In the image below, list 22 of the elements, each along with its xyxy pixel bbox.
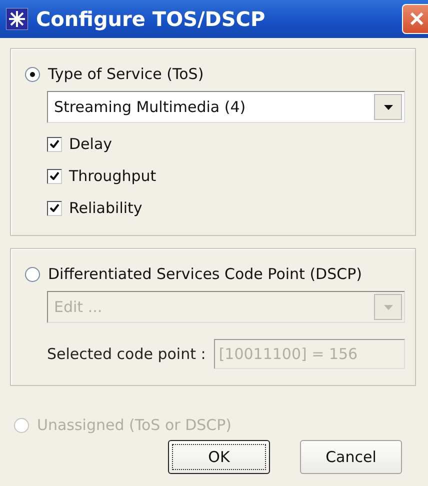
radio-button[interactable] — [25, 66, 40, 82]
caret-icon — [374, 94, 402, 120]
checkbox[interactable] — [47, 136, 62, 152]
caret-icon — [374, 294, 402, 320]
check-icon — [50, 140, 59, 148]
cancel-button[interactable]: Cancel — [300, 440, 402, 474]
ok-button[interactable]: OK — [168, 440, 270, 474]
radio-button[interactable] — [25, 266, 40, 282]
code-point-label: Selected code point : — [47, 345, 206, 363]
checkbox[interactable] — [47, 168, 62, 184]
radio-label: Differentiated Services Code Point (DSCP) — [48, 265, 362, 283]
checkbox[interactable] — [47, 200, 62, 216]
check-icon — [50, 172, 59, 180]
checkbox-label: Throughput — [69, 167, 156, 185]
checkbox-label: Delay — [69, 135, 112, 153]
checkbox-label: Reliability — [69, 199, 142, 217]
check-icon — [50, 204, 59, 212]
dropdown[interactable]: Streaming Multimedia (4) — [47, 91, 405, 123]
radio-label: Type of Service (ToS) — [48, 65, 204, 83]
radio-label: Unassigned (ToS or DSCP) — [37, 416, 232, 434]
window-title: Configure TOS/DSCP — [36, 7, 266, 31]
star-icon — [6, 8, 28, 30]
